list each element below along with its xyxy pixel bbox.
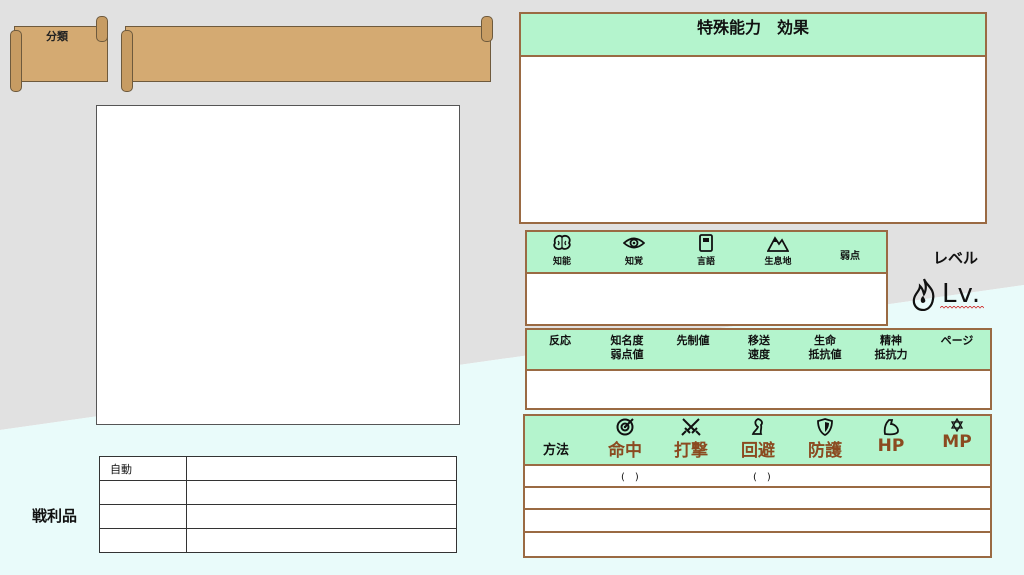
knowledge-perception: 知覚	[599, 234, 669, 267]
loot-item[interactable]	[186, 480, 457, 505]
combat-accuracy: 命中	[595, 418, 655, 461]
loot-roll[interactable]	[99, 480, 187, 505]
weakness-header: 弱点	[814, 232, 886, 274]
combat-mp: MP	[927, 418, 987, 452]
stat-reputation-weakness: 知名度 弱点値	[610, 334, 644, 361]
stat-reaction: 反応	[549, 334, 571, 347]
spellcheck-underline	[940, 306, 984, 309]
table-row[interactable]	[525, 531, 990, 533]
knowledge-label: 知覚	[624, 257, 643, 267]
combat-method-label: 方法	[543, 443, 570, 458]
table-row: 自動	[99, 456, 457, 481]
level-label: レベル	[933, 249, 979, 267]
knowledge-label: 言語	[696, 257, 715, 267]
combat-box: 方法 命中 打撃 回避 防護 HP MP () ()	[523, 414, 992, 558]
stats-values[interactable]	[527, 371, 990, 408]
table-row[interactable]	[525, 486, 990, 488]
stat-vitality-resistance: 生命 抵抗値	[808, 334, 842, 361]
eye-icon	[623, 237, 645, 249]
evasion-paren: ( )	[753, 472, 771, 483]
combat-damage: 打撃	[661, 418, 721, 461]
stats-box: 反応 知名度 弱点値 先制値 移送 速度 生命 抵抗値 精神 抵抗力 ページ	[525, 328, 992, 410]
weakness-label: 弱点	[840, 251, 860, 262]
knowledge-label: 生息地	[764, 257, 792, 267]
stat-initiative: 先制値	[676, 334, 710, 347]
weakness-box: 弱点	[814, 230, 888, 326]
special-abilities-box: 特殊能力 効果	[519, 12, 987, 224]
table-row	[99, 480, 457, 505]
loot-roll[interactable]: 自動	[99, 456, 187, 481]
combat-label: MP	[942, 432, 972, 452]
loot-title: 戦利品	[32, 507, 78, 525]
knowledge-label: 知能	[552, 257, 571, 267]
knowledge-language: 言語	[671, 234, 741, 267]
stats-header: 反応 知名度 弱点値 先制値 移送 速度 生命 抵抗値 精神 抵抗力 ページ	[527, 330, 990, 371]
special-abilities-body[interactable]	[521, 57, 985, 222]
category-scroll[interactable]: 分類	[10, 16, 110, 92]
flame-icon	[912, 278, 935, 311]
knowledge-values[interactable]	[527, 274, 815, 324]
stat-page: ページ	[940, 334, 974, 347]
loot-item[interactable]	[186, 528, 457, 553]
combat-evasion: 回避	[728, 418, 788, 461]
loot-roll[interactable]	[99, 528, 187, 553]
knowledge-habitat: 生息地	[743, 234, 813, 267]
loot-item[interactable]	[186, 504, 457, 529]
crossed-swords-icon	[681, 418, 701, 436]
loot-table: 自動	[99, 456, 457, 553]
special-abilities-title: 特殊能力 効果	[521, 14, 985, 57]
brain-icon	[553, 234, 571, 250]
star-icon	[950, 418, 964, 432]
shield-icon	[817, 418, 833, 436]
combat-label: 防護	[808, 441, 842, 461]
weakness-value[interactable]	[814, 274, 886, 324]
leg-icon	[751, 418, 763, 435]
combat-header: 方法 命中 打撃 回避 防護 HP MP	[525, 416, 990, 466]
combat-defense: 防護	[795, 418, 855, 461]
loot-roll[interactable]	[99, 504, 187, 529]
combat-label: 回避	[741, 441, 775, 461]
knowledge-header: 知能 知覚 言語 生息地	[527, 232, 815, 274]
category-label: 分類	[46, 30, 68, 43]
stat-mental-resistance: 精神 抵抗力	[874, 334, 908, 361]
mountain-icon	[767, 236, 789, 252]
name-scroll[interactable]	[121, 16, 494, 92]
knowledge-box: 知能 知覚 言語 生息地	[525, 230, 817, 326]
combat-label: 命中	[608, 441, 642, 461]
knowledge-intelligence: 知能	[527, 234, 597, 267]
stat-movement: 移送 速度	[748, 334, 770, 361]
book-icon	[699, 234, 713, 252]
table-row[interactable]	[525, 508, 990, 510]
accuracy-paren: ( )	[621, 472, 639, 483]
loot-item[interactable]	[186, 456, 457, 481]
combat-label: 打撃	[674, 441, 708, 461]
combat-hp: HP	[861, 418, 921, 456]
level-value[interactable]: Lv.	[942, 279, 981, 309]
arm-icon	[883, 419, 899, 436]
target-icon	[616, 418, 634, 436]
combat-label: HP	[877, 436, 905, 456]
monster-image-frame[interactable]	[96, 105, 460, 425]
table-row	[99, 504, 457, 529]
table-row	[99, 528, 457, 553]
